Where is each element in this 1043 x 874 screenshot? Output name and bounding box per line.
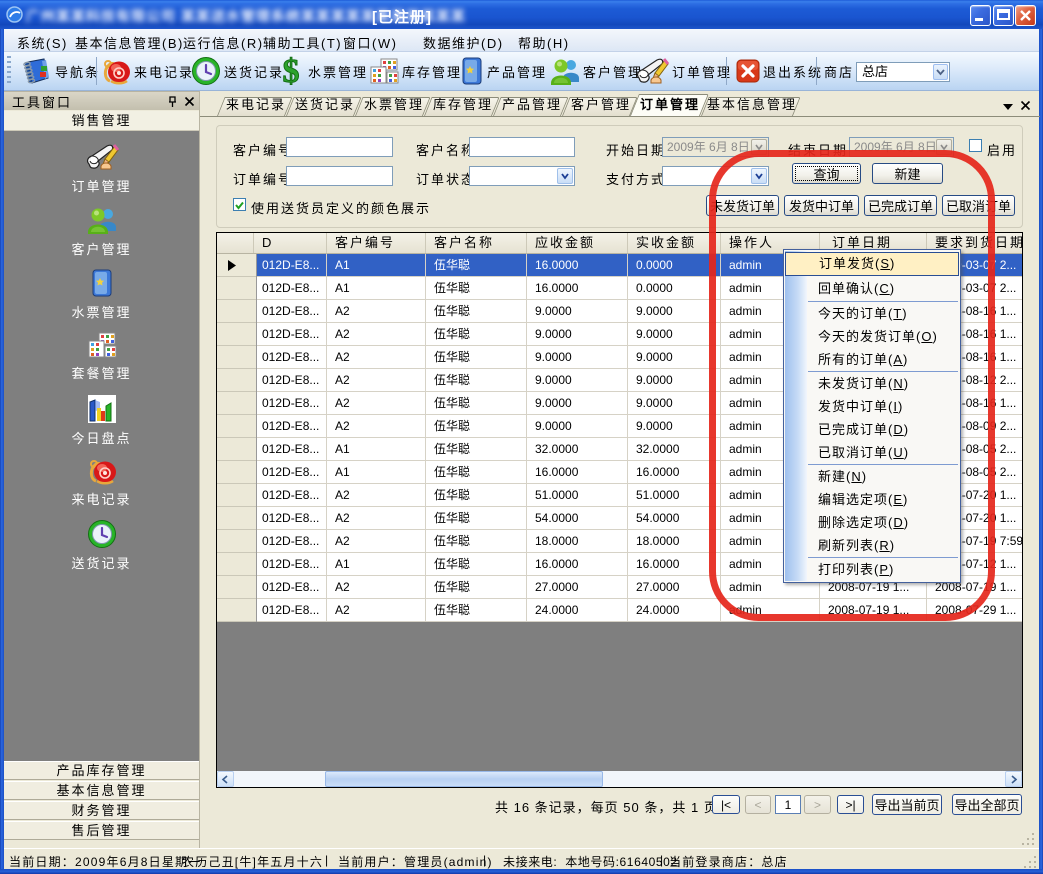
svg-text:$: $: [283, 55, 302, 87]
